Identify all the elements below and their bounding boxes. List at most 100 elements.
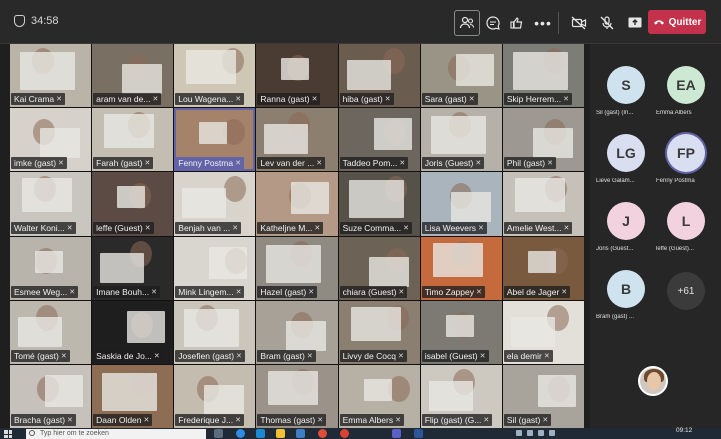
- video-tile[interactable]: Phil (gast) ✕: [502, 108, 584, 172]
- video-tile[interactable]: Ranna (gast) ✕: [256, 44, 338, 108]
- video-tile[interactable]: Walter Koni... ✕: [10, 172, 92, 236]
- participant-name: ela demir: [506, 350, 542, 361]
- video-tile[interactable]: Bracha (gast) ✕: [10, 364, 92, 428]
- video-tile[interactable]: Imane Bouh... ✕: [92, 236, 174, 300]
- video-tile[interactable]: chiara (Guest) ✕: [338, 236, 420, 300]
- more-options-button[interactable]: •••: [530, 10, 556, 36]
- participant-name: Phil (gast): [506, 158, 546, 169]
- participant-name-tag: Suze Comma... ✕: [339, 221, 413, 234]
- teams-icon[interactable]: [392, 429, 401, 438]
- overflow-participants[interactable]: +61: [656, 272, 716, 338]
- muted-mic-icon: ✕: [69, 288, 76, 296]
- video-tile[interactable]: Amelie West... ✕: [502, 172, 584, 236]
- video-tile[interactable]: leffe (Guest) ✕: [92, 172, 174, 236]
- video-tile[interactable]: hiba (gast) ✕: [338, 44, 420, 108]
- taskbar-clock[interactable]: 09:12: [676, 427, 692, 434]
- video-tile[interactable]: Suze Comma... ✕: [338, 172, 420, 236]
- mail-icon[interactable]: [296, 429, 305, 438]
- roster-participant[interactable]: EA Emma Albers: [656, 66, 716, 132]
- video-tile[interactable]: isabel (Guest) ✕: [420, 300, 502, 364]
- video-tile[interactable]: Flip (gast) (G... ✕: [420, 364, 502, 428]
- video-tile[interactable]: Mink Lingem... ✕: [174, 236, 256, 300]
- video-tile[interactable]: Fenny Postma ✕: [174, 108, 256, 172]
- video-tile[interactable]: Lou Wagena... ✕: [174, 44, 256, 108]
- video-tile[interactable]: Josefien (gast) ✕: [174, 300, 256, 364]
- chrome-icon[interactable]: [318, 429, 327, 438]
- video-tile[interactable]: Emma Albers ✕: [338, 364, 420, 428]
- participant-name: Kai Crama: [14, 94, 55, 105]
- chat-button[interactable]: [480, 10, 506, 36]
- video-tile[interactable]: Esmee Weg... ✕: [10, 236, 92, 300]
- held-paper-sign: [432, 242, 483, 277]
- video-tile[interactable]: Sara (gast) ✕: [420, 44, 502, 108]
- muted-mic-icon: ✕: [67, 417, 73, 424]
- video-tile[interactable]: Lisa Weevers ✕: [420, 172, 502, 236]
- roster-participant[interactable]: J Joris (Guest...: [596, 202, 656, 268]
- video-tile[interactable]: Thomas (gast) ✕: [256, 364, 338, 428]
- folder-icon[interactable]: [276, 429, 285, 438]
- video-tile[interactable]: Bram (gast) ✕: [256, 300, 338, 364]
- video-tile[interactable]: Tomé (gast) ✕: [10, 300, 92, 364]
- windows-start-icon[interactable]: [4, 430, 12, 438]
- word-icon[interactable]: [414, 429, 423, 438]
- muted-mic-icon: ✕: [66, 224, 73, 232]
- participant-name-tag: Josefien (gast) ✕: [175, 349, 245, 362]
- task-view-icon[interactable]: [214, 429, 223, 438]
- self-view-avatar[interactable]: [638, 366, 668, 396]
- video-tile[interactable]: Frederique J... ✕: [174, 364, 256, 428]
- taskbar-search-input[interactable]: Typ hier om te zoeken: [26, 429, 206, 439]
- network-icon[interactable]: [527, 430, 533, 436]
- reactions-button[interactable]: [504, 10, 530, 36]
- battery-icon[interactable]: [549, 430, 555, 436]
- roster-participant[interactable]: FP Fenny Postma: [656, 134, 716, 200]
- video-tile[interactable]: Hazel (gast) ✕: [256, 236, 338, 300]
- participant-name: Bracha (gast): [14, 415, 66, 425]
- roster-participant[interactable]: S Sil (gast) (In...: [596, 66, 656, 132]
- video-tile[interactable]: Saskia de Jo... ✕: [92, 300, 174, 364]
- mic-toggle-button[interactable]: [594, 10, 620, 36]
- volume-icon[interactable]: [538, 430, 544, 436]
- meeting-toolbar: 34:58 ••• Quitter: [0, 0, 721, 44]
- roster-label: Emma Albers: [656, 110, 718, 116]
- roster-participant[interactable]: Lleffe (Guest)...: [656, 202, 716, 268]
- share-screen-button[interactable]: [622, 10, 648, 36]
- video-tile[interactable]: Lev van der ... ✕: [256, 108, 338, 172]
- participant-name-tag: Bram (gast) ✕: [257, 349, 316, 362]
- video-tile[interactable]: aram van de... ✕: [92, 44, 174, 108]
- video-tile[interactable]: Livvy de Cocq ✕: [338, 300, 420, 364]
- held-paper-sign: [199, 122, 228, 145]
- video-tile[interactable]: Daan Olden ✕: [92, 364, 174, 428]
- roster-name: Fenny Postma: [656, 178, 695, 184]
- video-tile[interactable]: ela demir ✕: [502, 300, 584, 364]
- video-tile[interactable]: Benjah van ... ✕: [174, 172, 256, 236]
- app-icon[interactable]: [340, 429, 349, 438]
- video-tile[interactable]: Sil (gast) ✕: [502, 364, 584, 428]
- leave-meeting-button[interactable]: Quitter: [648, 10, 706, 34]
- held-paper-sign: [35, 250, 63, 273]
- edge-icon[interactable]: [236, 429, 245, 438]
- cloud-icon[interactable]: [516, 430, 522, 436]
- video-tile[interactable]: Skip Herrem... ✕: [502, 44, 584, 108]
- held-paper-sign: [264, 124, 309, 155]
- participant-name-tag: Fenny Postma ✕: [175, 157, 244, 170]
- video-tile[interactable]: Kai Crama ✕: [10, 44, 92, 108]
- participants-button[interactable]: [454, 10, 480, 36]
- video-tile[interactable]: Timo Zappey ✕: [420, 236, 502, 300]
- store-icon[interactable]: [256, 429, 265, 438]
- video-tile[interactable]: Farah (gast) ✕: [92, 108, 174, 172]
- roster-participant[interactable]: B Bram (gast) ...: [596, 270, 656, 336]
- muted-mic-icon: ✕: [152, 96, 159, 104]
- camera-toggle-button[interactable]: [566, 10, 592, 36]
- participant-name-tag: Hazel (gast) ✕: [257, 285, 318, 298]
- muted-mic-icon: ✕: [311, 96, 318, 104]
- video-tile[interactable]: Taddeo Pom... ✕: [338, 108, 420, 172]
- video-tile[interactable]: Abel de Jager ✕: [502, 236, 584, 300]
- held-paper-sign: [428, 380, 473, 411]
- video-tile[interactable]: imke (gast) ✕: [10, 108, 92, 172]
- video-tile[interactable]: Katheljne M... ✕: [256, 172, 338, 236]
- roster-participant[interactable]: LG Lieve Galam...: [596, 134, 656, 200]
- held-paper-sign: [127, 310, 166, 343]
- held-paper-sign: [45, 374, 83, 407]
- video-tile[interactable]: Joris (Guest) ✕: [420, 108, 502, 172]
- participant-name: Mink Lingem...: [178, 286, 234, 297]
